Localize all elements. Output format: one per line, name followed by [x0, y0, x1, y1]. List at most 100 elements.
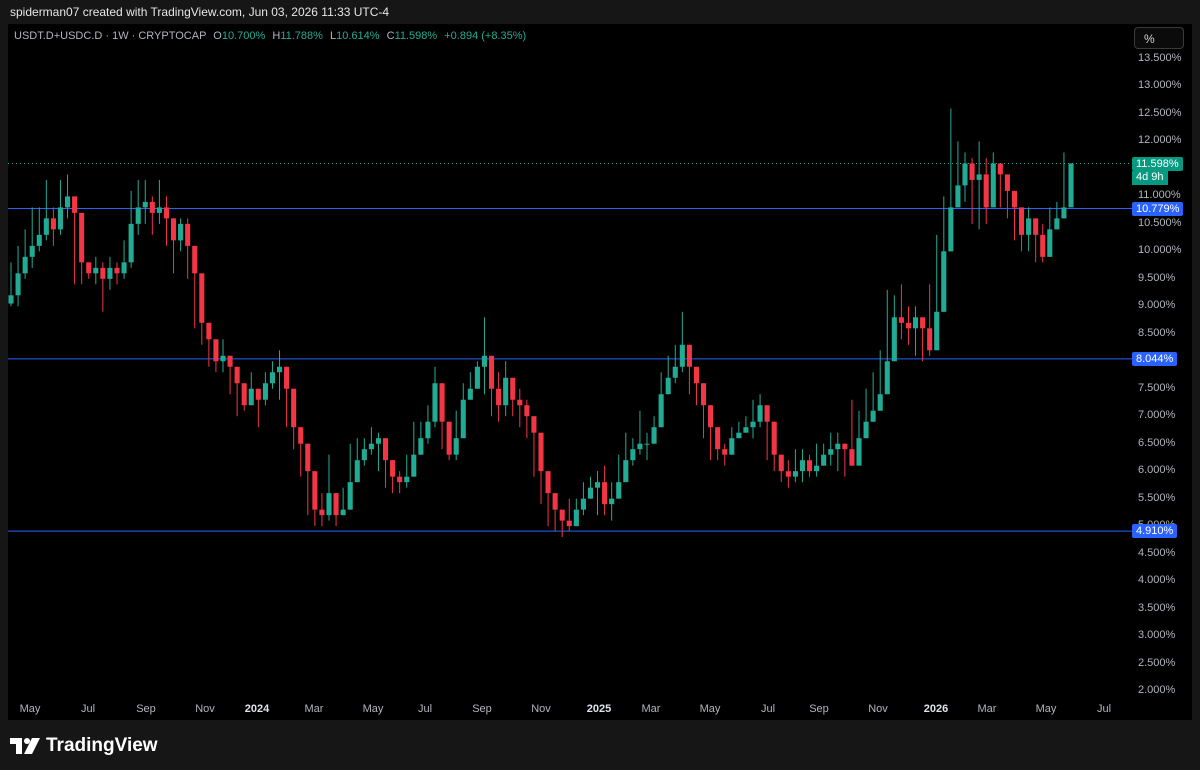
candle-body: [248, 388, 254, 406]
candle-body: [835, 443, 841, 450]
candle-body: [580, 498, 586, 510]
candle-body: [665, 377, 671, 395]
candle-body: [354, 460, 360, 483]
symbol-label[interactable]: USDT.D+USDC.D · 1W · CRYPTOCAP: [14, 30, 206, 42]
candle-body: [170, 218, 177, 241]
low-value: 10.614%: [336, 30, 380, 42]
tradingview-logo-icon: [10, 738, 40, 754]
candle-body: [382, 438, 389, 461]
candle-body: [764, 405, 770, 422]
candle-body: [79, 212, 85, 263]
candle-body: [206, 322, 212, 340]
candle-body: [269, 372, 276, 384]
candle-body: [156, 207, 162, 213]
percent-scale-button[interactable]: %: [1134, 27, 1184, 49]
candle-body: [15, 273, 21, 296]
candle-body: [842, 443, 848, 450]
candle-body: [128, 223, 134, 263]
candle-body: [319, 509, 325, 516]
candle-body: [856, 438, 862, 466]
candle-body: [100, 267, 106, 279]
x-tick-label: May: [699, 703, 721, 715]
candle-body: [446, 421, 452, 455]
candle-body: [644, 443, 650, 445]
candle-body: [291, 388, 297, 428]
candle-body: [312, 471, 318, 510]
candle-body: [460, 399, 466, 439]
candle-body: [531, 416, 537, 433]
candle-body: [142, 201, 148, 208]
candle-body: [736, 432, 742, 439]
candle-body: [990, 163, 996, 208]
candle-body: [510, 377, 516, 400]
high-value: 11.788%: [280, 30, 323, 42]
candle-body: [467, 388, 473, 400]
candle-body: [298, 427, 304, 444]
candle-body: [347, 482, 353, 510]
candle-body: [920, 317, 926, 329]
candle-body: [884, 361, 890, 395]
candle-body: [1061, 207, 1067, 219]
x-tick-label: Jul: [80, 703, 96, 715]
candle-body: [955, 185, 961, 208]
x-tick-label: Sep: [472, 703, 492, 715]
y-tick-label: 2.000%: [1138, 684, 1176, 696]
y-tick-label: 13.500%: [1138, 52, 1182, 64]
x-tick-label: May: [19, 703, 41, 715]
x-tick-label: Sep: [809, 703, 829, 715]
x-tick-label: Mar: [977, 703, 997, 715]
candle-body: [276, 366, 283, 373]
y-tick-label: 7.500%: [1138, 381, 1176, 394]
candle-body: [326, 493, 332, 516]
candle-body: [559, 509, 565, 521]
candle-body: [149, 201, 155, 213]
candle-body: [425, 421, 431, 439]
candlestick-chart[interactable]: [0, 0, 1200, 770]
candle-body: [757, 405, 763, 422]
candle-body: [333, 493, 339, 516]
candle-body: [241, 383, 247, 406]
candle-body: [997, 163, 1003, 175]
x-tick-label: 2026: [923, 703, 949, 715]
candle-body: [948, 207, 954, 252]
candle-body: [1068, 163, 1074, 208]
candle-body: [453, 438, 459, 455]
candle-body: [927, 328, 933, 351]
candle-body: [220, 355, 226, 362]
candle-body: [1004, 174, 1010, 191]
candle-body: [488, 355, 495, 389]
y-tick-label: 9.500%: [1138, 271, 1176, 284]
candle-body: [503, 377, 509, 406]
candle-body: [199, 273, 205, 323]
candle-body: [121, 262, 127, 274]
y-tick-label: 6.000%: [1138, 464, 1176, 477]
candle-body: [361, 449, 367, 461]
candle-body: [672, 366, 678, 378]
candle-body: [905, 322, 912, 329]
candle-body: [1018, 207, 1025, 235]
candle-body: [1011, 190, 1018, 208]
candle-body: [616, 482, 622, 499]
x-tick-label: 2024: [244, 703, 270, 715]
y-tick-label: 9.000%: [1138, 299, 1176, 312]
candle-body: [64, 196, 71, 208]
candle-body: [778, 454, 784, 472]
candle-body: [545, 471, 551, 494]
close-value: 11.598%: [394, 30, 438, 42]
candle-body: [474, 366, 480, 389]
candle-body: [552, 493, 558, 510]
x-tick-label: May: [1035, 703, 1057, 715]
candle-body: [50, 218, 56, 230]
candle-body: [255, 388, 261, 400]
candle-body: [962, 163, 968, 186]
candle-body: [284, 366, 290, 389]
candle-body: [517, 399, 523, 406]
bar-countdown: 4d 9h: [1132, 171, 1168, 185]
candle-body: [192, 245, 198, 274]
candle-body: [863, 421, 869, 439]
candle-body: [72, 196, 78, 213]
open-label: O: [213, 30, 222, 42]
brand-name: TradingView: [46, 735, 158, 756]
candle-body: [821, 454, 827, 466]
y-tick-label: 10.500%: [1138, 216, 1182, 229]
